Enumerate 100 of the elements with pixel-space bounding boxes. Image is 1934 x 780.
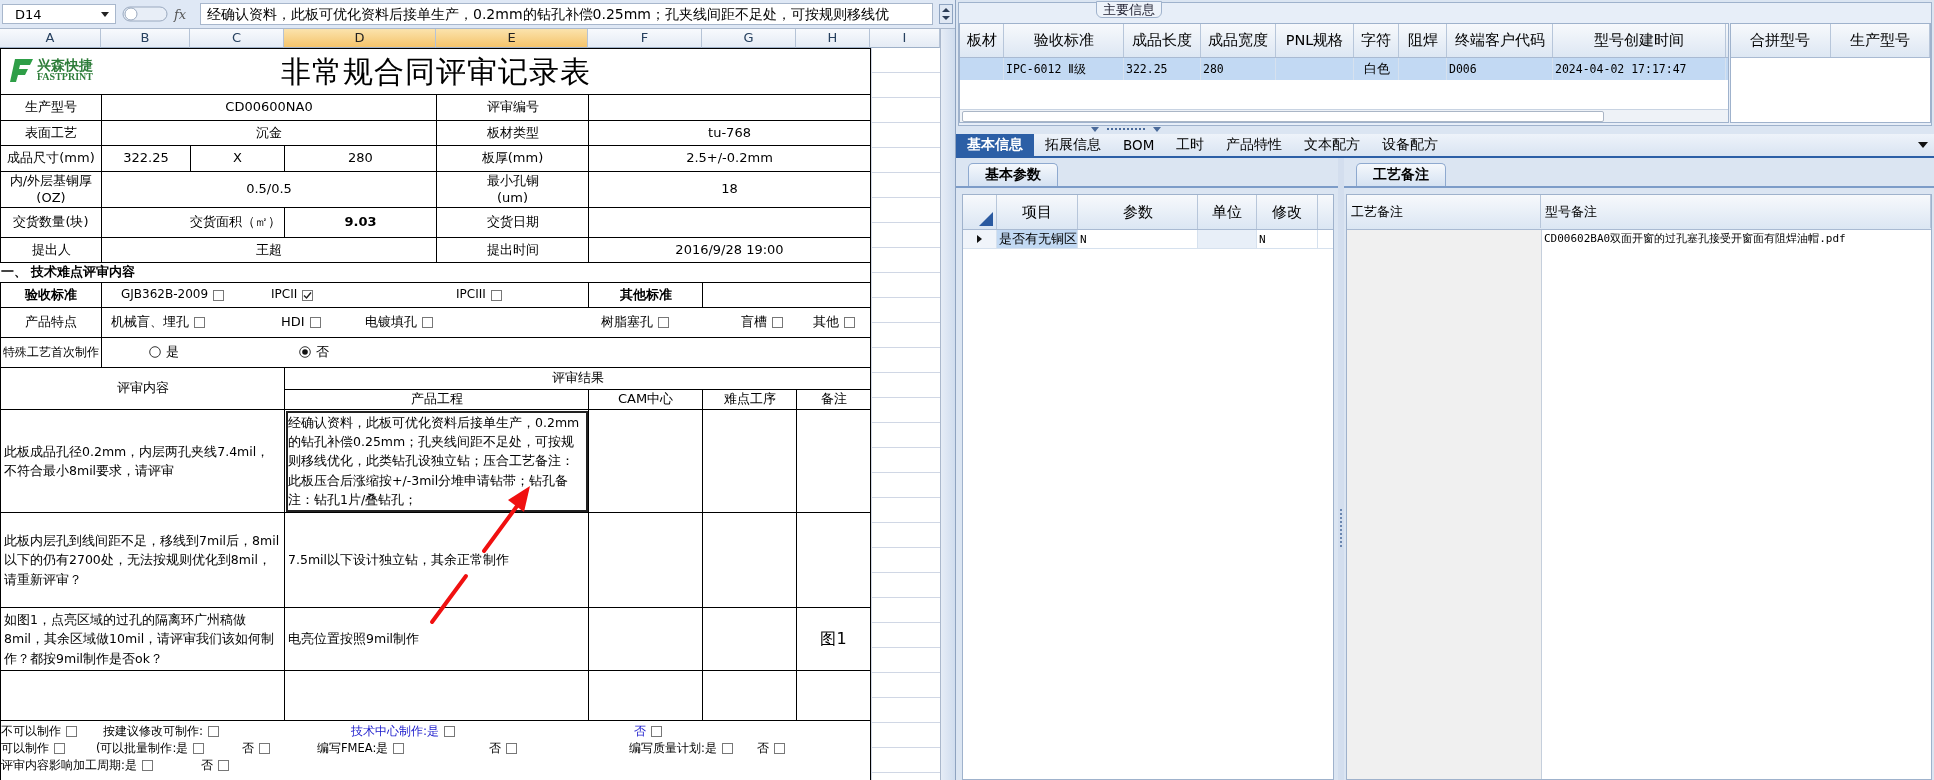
column-header[interactable]: 合拼型号 bbox=[1731, 24, 1831, 57]
form-title: 非常规合同评审记录表 bbox=[280, 53, 591, 91]
panel-tab[interactable]: 工艺备注 bbox=[1356, 163, 1446, 186]
field-value: 322.25 bbox=[101, 145, 191, 172]
column-header[interactable]: 成品长度 bbox=[1124, 24, 1201, 57]
column-header[interactable]: 终端客户代码 bbox=[1447, 24, 1553, 57]
option-label: 否 bbox=[757, 741, 769, 757]
table-cell: 图1 bbox=[796, 607, 871, 671]
expand-icon[interactable] bbox=[939, 4, 953, 24]
column-header[interactable]: 工艺备注 bbox=[1347, 195, 1541, 228]
empty-cell[interactable] bbox=[1198, 230, 1257, 248]
checkbox[interactable] bbox=[141, 760, 153, 772]
checkbox[interactable] bbox=[490, 289, 502, 301]
field-value: 0.5/0.5 bbox=[101, 171, 437, 208]
column-header[interactable]: 生产型号 bbox=[1830, 24, 1930, 57]
option-label: 盲槽 bbox=[741, 314, 767, 331]
checkbox[interactable] bbox=[444, 726, 456, 738]
checkbox[interactable] bbox=[259, 743, 270, 755]
scrollbar[interactable] bbox=[940, 29, 955, 780]
checkbox[interactable] bbox=[422, 317, 433, 328]
column-header[interactable]: 阻焊 bbox=[1399, 24, 1447, 57]
table-cell[interactable]: 经确认资料，此板可优化资料后接单生产，0.2mm的钻孔补偿0.25mm；孔夹线间距不足处，可按规则移线优化，此类钻孔设独立钻；压合工艺备注：此板压合后涨缩按+/-3mil分堆申请钻带；钻孔备注：钻孔1片/叠钻孔； bbox=[284, 409, 589, 513]
tab[interactable]: BOM bbox=[1112, 134, 1166, 156]
function-label[interactable]: fx bbox=[174, 6, 194, 22]
table-cell: 如图1，点亮区域的过孔的隔离环广州稿做8mil，其余区域做10mil，请评审我们该如何制作？都按9mil制作是否ok？ bbox=[0, 607, 285, 671]
table-cell: 322.25 bbox=[1124, 58, 1201, 80]
tab[interactable]: 文本配方 bbox=[1293, 134, 1372, 156]
checkbox[interactable] bbox=[193, 743, 205, 755]
field-label: 内/外层基铜厚 (OZ) bbox=[0, 171, 102, 208]
column-header[interactable]: PNL规格 bbox=[1276, 24, 1354, 57]
field-value: 2.5+/-0.2mm bbox=[588, 145, 871, 172]
column-header[interactable]: 单位 bbox=[1198, 195, 1257, 229]
column-header[interactable]: E bbox=[436, 29, 588, 48]
column-header[interactable]: 板材 bbox=[960, 24, 1004, 57]
slider-handle-icon[interactable] bbox=[122, 6, 168, 22]
column-header[interactable]: D bbox=[284, 29, 436, 48]
option-label: HDI bbox=[281, 314, 305, 331]
column-header[interactable]: 修改 bbox=[1257, 195, 1318, 229]
field-value: tu-768 bbox=[588, 120, 871, 146]
column-header[interactable]: A bbox=[0, 29, 101, 48]
tab[interactable]: 产品特性 bbox=[1215, 134, 1294, 156]
scrollbar[interactable] bbox=[960, 109, 1728, 122]
column-header[interactable]: H bbox=[796, 29, 870, 48]
option-label: IPCIII bbox=[456, 287, 486, 303]
checkbox[interactable] bbox=[66, 726, 77, 738]
checkbox[interactable] bbox=[54, 743, 65, 755]
checkbox[interactable] bbox=[393, 743, 405, 755]
logo-icon bbox=[9, 57, 35, 83]
option-label: 否 bbox=[489, 741, 501, 757]
tab[interactable]: 基本信息 bbox=[956, 134, 1034, 156]
checkbox[interactable] bbox=[194, 317, 205, 328]
column-header[interactable]: B bbox=[101, 29, 190, 48]
column-header: 备注 bbox=[796, 389, 871, 410]
table-cell[interactable]: 7.5mil以下设计独立钻，其余正常制作 bbox=[284, 512, 589, 608]
panel-tab[interactable]: 基本参数 bbox=[968, 163, 1058, 186]
column-header[interactable]: 项目 bbox=[997, 195, 1078, 229]
option-label: 电镀填孔 bbox=[365, 314, 417, 331]
checkbox[interactable] bbox=[506, 743, 517, 755]
name-box[interactable]: D14 bbox=[2, 4, 116, 24]
table-cell[interactable]: 电亮位置按照9mil制作 bbox=[284, 607, 589, 671]
checkbox[interactable] bbox=[213, 289, 225, 301]
field-label: 交货日期 bbox=[436, 207, 589, 238]
dropdown-icon[interactable] bbox=[1918, 142, 1928, 148]
checkbox[interactable] bbox=[844, 317, 855, 328]
option-label: 按建议修改可制作: bbox=[103, 723, 204, 740]
tab[interactable]: 工时 bbox=[1165, 134, 1216, 156]
tab[interactable]: 拓展信息 bbox=[1034, 134, 1112, 156]
tab[interactable]: 设备配方 bbox=[1371, 134, 1450, 156]
splitter-grip-icon[interactable] bbox=[1339, 509, 1343, 549]
option-label: GJB362B-2009 bbox=[121, 287, 209, 303]
row-header[interactable] bbox=[963, 230, 997, 248]
column-header[interactable]: 型号备注 bbox=[1541, 195, 1931, 228]
checkbox[interactable] bbox=[772, 317, 783, 328]
checkbox[interactable] bbox=[218, 760, 229, 772]
option-label: 其他 bbox=[813, 314, 839, 331]
checkbox[interactable] bbox=[208, 726, 220, 738]
column-header[interactable]: G bbox=[702, 29, 796, 48]
checkbox[interactable] bbox=[651, 726, 662, 738]
field-value: 沉金 bbox=[101, 120, 437, 146]
column-header[interactable]: F bbox=[588, 29, 702, 48]
column-header[interactable]: 成品宽度 bbox=[1201, 24, 1276, 57]
checkbox[interactable] bbox=[721, 743, 733, 755]
column-header[interactable]: 字符 bbox=[1354, 24, 1399, 57]
checkbox[interactable] bbox=[658, 317, 669, 328]
checkbox[interactable] bbox=[309, 317, 321, 328]
column-header[interactable]: 验收标准 bbox=[1004, 24, 1124, 57]
field-label: 交货面积（㎡） bbox=[101, 207, 285, 238]
option-label: (可以批量制作:是 bbox=[96, 741, 189, 757]
table-row[interactable]: IPC-6012 Ⅱ级 322.25 280 白色 D006 2024-04-02 17:17:47 bbox=[960, 58, 1728, 80]
checkbox[interactable] bbox=[774, 743, 785, 755]
table-cell[interactable]: N bbox=[1257, 230, 1318, 248]
column-header[interactable]: 参数 bbox=[1078, 195, 1198, 229]
field-label: 最小孔铜 (um) bbox=[436, 171, 589, 208]
formula-field[interactable]: 经确认资料，此板可优化资料后接单生产，0.2mm的钻孔补偿0.25mm；孔夹线间距不足处，可按规则移线优 bbox=[200, 3, 933, 25]
radio-button[interactable] bbox=[149, 346, 161, 359]
column-header[interactable]: 型号创建时间 bbox=[1553, 24, 1726, 57]
splitter-grip-icon[interactable] bbox=[1091, 127, 1161, 133]
option-label: 机械盲、埋孔 bbox=[111, 314, 189, 331]
radio-button[interactable] bbox=[299, 346, 311, 359]
checkbox[interactable] bbox=[302, 289, 314, 301]
